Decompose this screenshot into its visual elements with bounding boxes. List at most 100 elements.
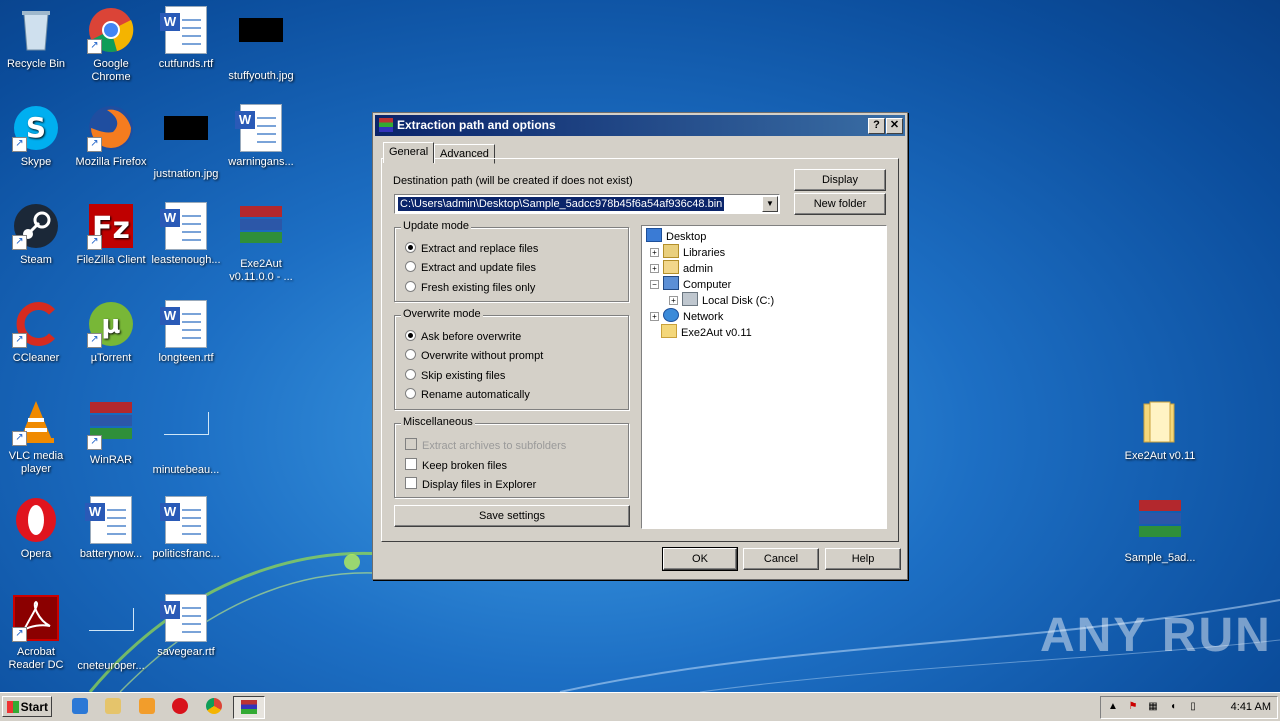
desktop-icon-sample[interactable]: Sample_5ad... xyxy=(1122,496,1198,565)
desktop-icon-recycle-bin[interactable]: Recycle Bin xyxy=(0,6,74,71)
clock[interactable]: 4:41 AM xyxy=(1231,697,1271,718)
flag-icon[interactable]: ▯ xyxy=(1187,701,1199,713)
desktop-icon-justnation[interactable]: justnation.jpg xyxy=(148,104,224,181)
desktop-icon-stuffyouth[interactable]: stuffyouth.jpg xyxy=(223,6,299,83)
volume-icon[interactable]: ◖ xyxy=(1167,701,1179,713)
desktop-icon-batterynow[interactable]: W batterynow... xyxy=(73,496,149,561)
destination-path-value[interactable]: C:\Users\admin\Desktop\Sample_5adcc978b4… xyxy=(398,197,725,211)
ie-icon[interactable] xyxy=(72,698,88,714)
tree-node-desktop[interactable]: Desktop xyxy=(646,228,706,244)
checkbox-icon[interactable] xyxy=(405,477,417,489)
ok-button[interactable]: OK xyxy=(662,547,738,571)
overwrite-option-0[interactable]: Ask before overwrite xyxy=(405,330,521,344)
overwrite-option-3[interactable]: Rename automatically xyxy=(405,388,530,402)
desktop-icon xyxy=(646,228,662,242)
radio-icon[interactable] xyxy=(405,349,416,360)
collapse-icon[interactable]: − xyxy=(650,280,659,289)
desktop-icon-winrar[interactable]: ↗ WinRAR xyxy=(73,398,149,467)
misc-option-2[interactable]: Display files in Explorer xyxy=(405,477,536,491)
radio-icon[interactable] xyxy=(405,261,416,272)
desktop-icon-savegear[interactable]: W savegear.rtf xyxy=(148,594,224,659)
start-button[interactable]: Start xyxy=(2,696,52,717)
desktop-icon-exe2aut-folder[interactable]: Exe2Aut v0.11 xyxy=(1122,398,1198,463)
overwrite-option-2[interactable]: Skip existing files xyxy=(405,369,505,383)
action-center-icon[interactable]: ⚑ xyxy=(1127,701,1139,713)
word-doc-icon: W xyxy=(235,104,285,152)
misc-option-1[interactable]: Keep broken files xyxy=(405,458,507,472)
dialog-titlebar[interactable]: Extraction path and options ? ✕ xyxy=(375,115,905,136)
svg-text:S: S xyxy=(26,111,46,144)
new-folder-button[interactable]: New folder xyxy=(794,193,886,215)
explorer-icon[interactable] xyxy=(105,698,121,714)
desktop-icon-cutfunds[interactable]: W cutfunds.rtf xyxy=(148,6,224,71)
desktop-icon-warningans[interactable]: W warningans... xyxy=(223,104,299,169)
checkbox-icon[interactable] xyxy=(405,458,417,470)
tree-node-exe2aut[interactable]: Exe2Aut v0.11 xyxy=(661,324,752,340)
desktop-icon-politicsfranc[interactable]: W politicsfranc... xyxy=(148,496,224,561)
desktop-icon-leastenough[interactable]: W leastenough... xyxy=(148,202,224,267)
media-player-icon[interactable] xyxy=(139,698,155,714)
save-settings-button[interactable]: Save settings xyxy=(394,505,630,527)
word-doc-icon: W xyxy=(160,300,210,348)
chevron-down-icon[interactable]: ▼ xyxy=(762,196,778,212)
desktop-icon-cneteuroper[interactable]: cneteuroper... xyxy=(73,594,149,673)
cancel-button[interactable]: Cancel xyxy=(743,548,819,570)
expand-icon[interactable]: + xyxy=(669,296,678,305)
help-button[interactable]: Help xyxy=(825,548,901,570)
acrobat-icon: ↗ xyxy=(12,594,60,642)
desktop-icon-skype[interactable]: S ↗ Skype xyxy=(0,104,74,169)
tree-node-computer[interactable]: − Computer xyxy=(650,276,731,292)
desktop-icon-minutebeau[interactable]: minutebeau... xyxy=(148,398,224,477)
word-doc-icon: W xyxy=(160,6,210,54)
desktop-icon-longteen[interactable]: W longteen.rtf xyxy=(148,300,224,365)
update-option-2[interactable]: Fresh existing files only xyxy=(405,281,535,295)
display-button[interactable]: Display xyxy=(794,169,886,191)
tree-node-libraries[interactable]: + Libraries xyxy=(650,244,725,260)
radio-selected-icon[interactable] xyxy=(405,330,416,341)
folder-tree[interactable]: Desktop + Libraries + admin − Computer + Loc… xyxy=(641,225,887,529)
desktop-icon-acrobat[interactable]: ↗ Acrobat Reader DC xyxy=(0,594,74,672)
desktop-icon-vlc[interactable]: ↗ VLC media player xyxy=(0,398,74,476)
update-option-0[interactable]: Extract and replace files xyxy=(405,242,538,256)
desktop-icon-exe2aut-exe[interactable]: Exe2Aut v0.11.0.0 - ... xyxy=(223,202,299,284)
network-tray-icon[interactable]: ▦ xyxy=(1147,701,1159,713)
destination-path-combo[interactable]: C:\Users\admin\Desktop\Sample_5adcc978b4… xyxy=(394,194,780,214)
close-button[interactable]: ✕ xyxy=(886,118,903,134)
expand-icon[interactable]: + xyxy=(650,264,659,273)
desktop-icon-filezilla[interactable]: Fz ↗ FileZilla Client xyxy=(73,202,149,267)
help-title-button[interactable]: ? xyxy=(868,118,885,134)
expand-icon[interactable]: + xyxy=(650,248,659,257)
desktop-icon-utorrent[interactable]: µ ↗ µTorrent xyxy=(73,300,149,365)
overwrite-option-1[interactable]: Overwrite without prompt xyxy=(405,349,543,363)
computer-icon xyxy=(663,276,679,290)
radio-icon[interactable] xyxy=(405,281,416,292)
desktop-icon-steam[interactable]: ↗ Steam xyxy=(0,202,74,267)
taskbar: Start ▲ ⚑ ▦ ◖ ▯ 4:41 AM xyxy=(0,692,1280,721)
desktop-icon-opera[interactable]: Opera xyxy=(0,496,74,561)
opera-icon[interactable] xyxy=(172,698,188,714)
radio-selected-icon[interactable] xyxy=(405,242,416,253)
taskbar-winrar-button[interactable] xyxy=(233,696,265,719)
desktop-icon-ccleaner[interactable]: ↗ CCleaner xyxy=(0,300,74,365)
radio-icon[interactable] xyxy=(405,388,416,399)
tree-node-admin[interactable]: + admin xyxy=(650,260,713,276)
destination-label: Destination path (will be created if doe… xyxy=(393,175,633,187)
svg-text:µ: µ xyxy=(101,310,120,340)
update-option-1[interactable]: Extract and update files xyxy=(405,261,536,275)
tab-general[interactable]: General xyxy=(383,142,435,163)
system-tray: ▲ ⚑ ▦ ◖ ▯ 4:41 AM xyxy=(1100,696,1278,719)
word-doc-icon: W xyxy=(160,202,210,250)
chevron-up-icon[interactable]: ▲ xyxy=(1107,701,1119,713)
word-doc-icon: W xyxy=(160,496,210,544)
tree-node-network[interactable]: + Network xyxy=(650,308,723,324)
desktop-icon-firefox[interactable]: ↗ Mozilla Firefox xyxy=(73,104,149,169)
expand-icon[interactable]: + xyxy=(650,312,659,321)
tree-node-local-disk[interactable]: + Local Disk (C:) xyxy=(669,292,774,308)
desktop-icon-google-chrome[interactable]: ↗ Google Chrome xyxy=(73,6,149,84)
chrome-icon: ↗ xyxy=(87,6,135,54)
chrome-icon[interactable] xyxy=(206,698,222,714)
update-mode-title: Update mode xyxy=(401,220,472,232)
word-doc-icon: W xyxy=(160,594,210,642)
overwrite-mode-group: Overwrite mode Ask before overwrite Over… xyxy=(394,308,629,410)
radio-icon[interactable] xyxy=(405,369,416,380)
